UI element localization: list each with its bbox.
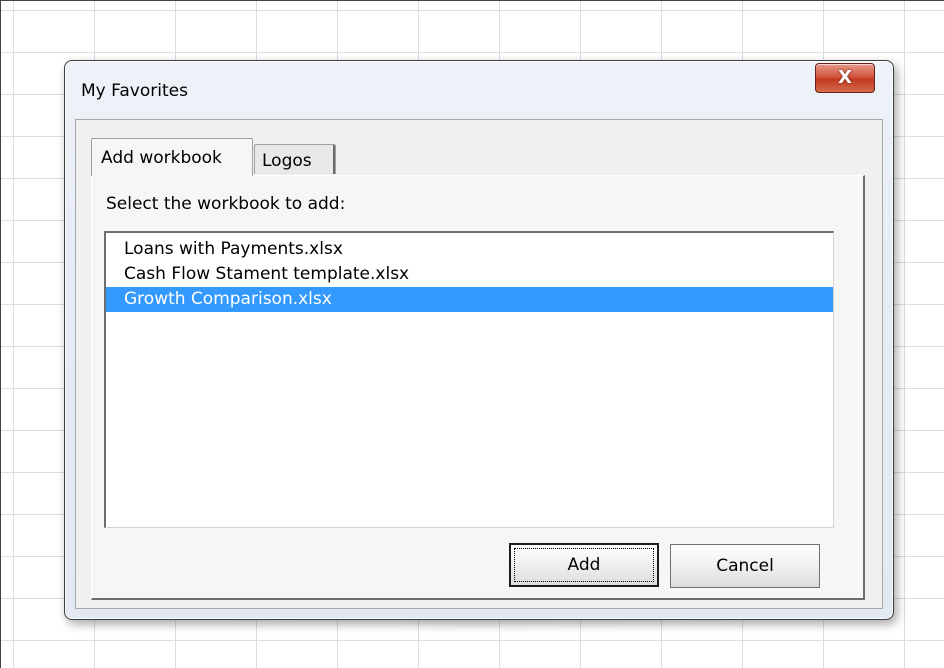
list-item-cash-flow-statement-template[interactable]: Cash Flow Stament template.xlsx — [106, 262, 833, 287]
my-favorites-dialog: My Favorites X Add workbook Logos Select… — [64, 60, 894, 620]
list-item-growth-comparison[interactable]: Growth Comparison.xlsx — [106, 287, 833, 312]
select-workbook-label: Select the workbook to add: — [106, 194, 346, 214]
tab-add-workbook[interactable]: Add workbook — [91, 138, 253, 176]
cancel-button[interactable]: Cancel — [670, 544, 820, 588]
add-workbook-tab-page: Select the workbook to add: Loans with P… — [91, 175, 865, 600]
dialog-title: My Favorites — [81, 81, 188, 101]
tab-logos[interactable]: Logos — [254, 144, 336, 174]
close-button[interactable]: X — [815, 63, 875, 93]
add-button-label: Add — [567, 555, 601, 575]
close-icon: X — [838, 67, 852, 88]
list-item-loans-with-payments[interactable]: Loans with Payments.xlsx — [106, 237, 833, 262]
dialog-client-area: Add workbook Logos Select the workbook t… — [75, 119, 883, 609]
workbook-listbox[interactable]: Loans with Payments.xlsx Cash Flow Stame… — [104, 231, 834, 528]
add-button[interactable]: Add — [509, 543, 659, 587]
